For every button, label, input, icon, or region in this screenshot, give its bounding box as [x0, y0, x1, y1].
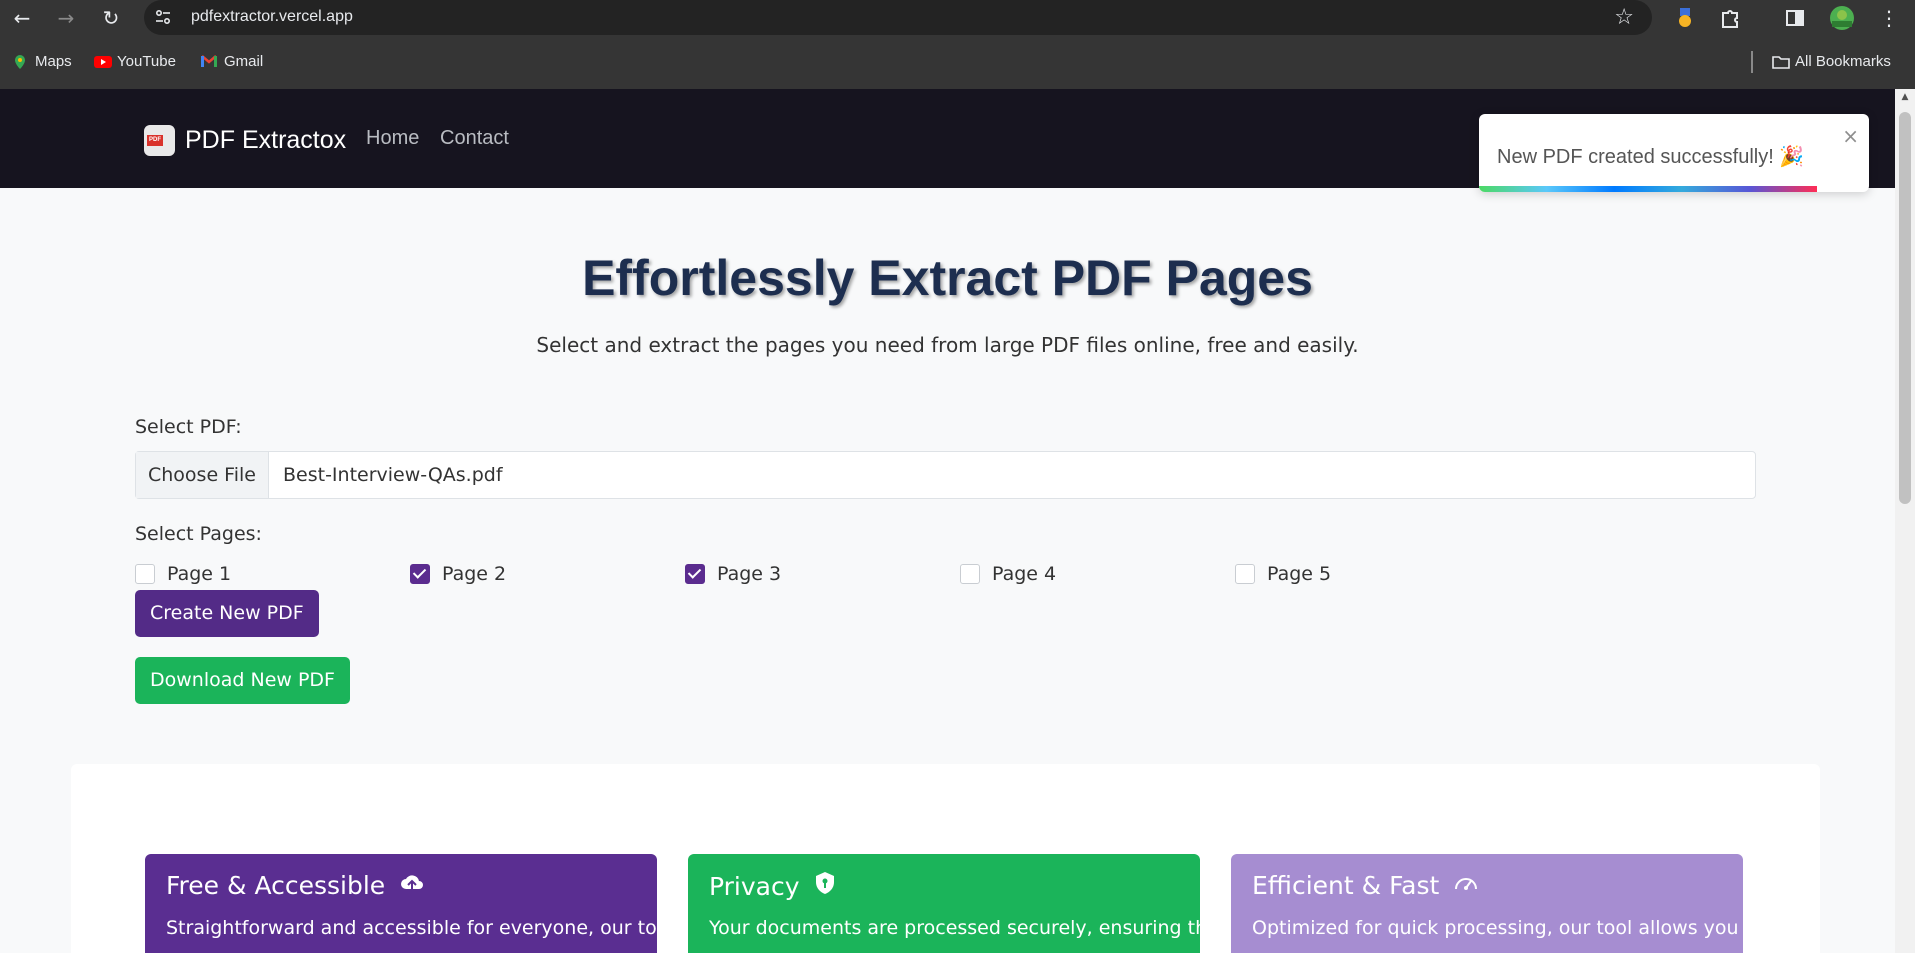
success-toast: New PDF created successfully! 🎉 ×: [1479, 114, 1869, 192]
scroll-up-icon[interactable]: ▲: [1899, 92, 1911, 104]
brand-name: PDF Extractox: [185, 126, 347, 154]
url-text[interactable]: pdfextractor.vercel.app: [191, 8, 353, 26]
bookmark-gmail-label: Gmail: [224, 53, 264, 70]
page-viewport: PDF PDF Extractox Home Contact New PDF c…: [0, 89, 1895, 953]
all-bookmarks-label: All Bookmarks: [1795, 53, 1891, 70]
pdf-file-input[interactable]: Choose File Best-Interview-QAs.pdf: [135, 451, 1756, 499]
bookmark-youtube[interactable]: YouTube: [94, 53, 176, 70]
pdf-logo-icon: PDF: [144, 125, 175, 156]
cloud-upload-icon: [399, 871, 425, 900]
side-panel-icon[interactable]: [1782, 5, 1808, 31]
feature-text: Your documents are processed securely, e…: [709, 917, 1219, 939]
selected-file-name: Best-Interview-QAs.pdf: [283, 464, 503, 486]
page-checkbox-label: Page 2: [442, 563, 507, 585]
page-checkbox-4[interactable]: Page 4: [960, 563, 1056, 585]
page-checkbox-2[interactable]: Page 2: [410, 563, 506, 585]
feature-text: Straightforward and accessible for every…: [166, 917, 674, 939]
browser-toolbar: ← → ↻ pdfextractor.vercel.app ☆ ⋮: [0, 0, 1915, 35]
checkbox[interactable]: [960, 564, 980, 584]
page-checkbox-3[interactable]: Page 3: [685, 563, 781, 585]
feature-card-privacy: Privacy Your documents are processed sec…: [688, 854, 1219, 953]
brand[interactable]: PDF PDF Extractox: [144, 125, 346, 156]
close-icon[interactable]: ×: [1842, 124, 1859, 148]
gmail-icon: [201, 54, 217, 70]
bookmark-maps[interactable]: Maps: [12, 53, 72, 70]
bookmark-youtube-label: YouTube: [117, 53, 176, 70]
youtube-icon: [94, 54, 112, 70]
forward-arrow-icon[interactable]: →: [53, 5, 79, 31]
scrollbar-thumb[interactable]: [1899, 112, 1911, 504]
profile-avatar-icon[interactable]: [1829, 5, 1855, 31]
page-checkbox-label: Page 5: [1267, 563, 1332, 585]
bookmarks-bar: Maps YouTube Gmail All Bookmarks: [0, 35, 1915, 89]
page-subtitle: Select and extract the pages you need fr…: [536, 333, 1359, 357]
checkbox[interactable]: [1235, 564, 1255, 584]
select-pdf-label: Select PDF:: [135, 416, 242, 438]
speedometer-icon: [1453, 871, 1479, 900]
create-pdf-button[interactable]: Create New PDF: [135, 590, 319, 637]
page-checkbox-label: Page 3: [717, 563, 782, 585]
checkbox-checked[interactable]: [685, 564, 705, 584]
page-checkbox-5[interactable]: Page 5: [1235, 563, 1331, 585]
select-pages-label: Select Pages:: [135, 523, 262, 545]
nav-link-contact[interactable]: Contact: [440, 127, 509, 150]
back-arrow-icon[interactable]: ←: [9, 5, 35, 31]
feature-title: Privacy: [709, 871, 800, 901]
extensions-puzzle-icon[interactable]: [1717, 5, 1743, 31]
medal-extension-icon[interactable]: [1672, 5, 1698, 31]
toast-progress-bar: [1479, 186, 1817, 192]
choose-file-button[interactable]: Choose File: [136, 452, 269, 498]
feature-text: Optimized for quick processing, our tool…: [1252, 917, 1739, 939]
feature-title: Free & Accessible: [166, 871, 386, 900]
page-title: Effortlessly Extract PDF Pages: [582, 250, 1313, 306]
page-checkbox-label: Page 1: [167, 563, 232, 585]
folder-icon: [1772, 54, 1790, 70]
toast-message: New PDF created successfully! 🎉: [1497, 146, 1805, 168]
page-checkbox-label: Page 4: [992, 563, 1057, 585]
all-bookmarks[interactable]: All Bookmarks: [1772, 53, 1891, 70]
download-pdf-button[interactable]: Download New PDF: [135, 657, 350, 704]
maps-icon: [12, 54, 28, 70]
site-info-icon[interactable]: [154, 8, 172, 26]
feature-title: Efficient & Fast: [1252, 871, 1440, 900]
checkbox[interactable]: [135, 564, 155, 584]
page-checkbox-1[interactable]: Page 1: [135, 563, 231, 585]
bookmarks-divider: [1751, 51, 1753, 73]
feature-card-free: Free & Accessible Straightforward and ac…: [145, 854, 674, 953]
bookmark-maps-label: Maps: [35, 53, 72, 70]
feature-card-efficient: Efficient & Fast Optimized for quick pro…: [1231, 854, 1743, 953]
reload-icon[interactable]: ↻: [98, 5, 124, 31]
bookmark-star-icon[interactable]: ☆: [1614, 5, 1634, 30]
address-bar[interactable]: pdfextractor.vercel.app ☆: [144, 0, 1652, 35]
nav-link-home[interactable]: Home: [366, 127, 419, 150]
browser-menu-icon[interactable]: ⋮: [1876, 5, 1902, 31]
shield-icon: [814, 871, 836, 901]
checkbox-checked[interactable]: [410, 564, 430, 584]
bookmark-gmail[interactable]: Gmail: [201, 53, 263, 70]
